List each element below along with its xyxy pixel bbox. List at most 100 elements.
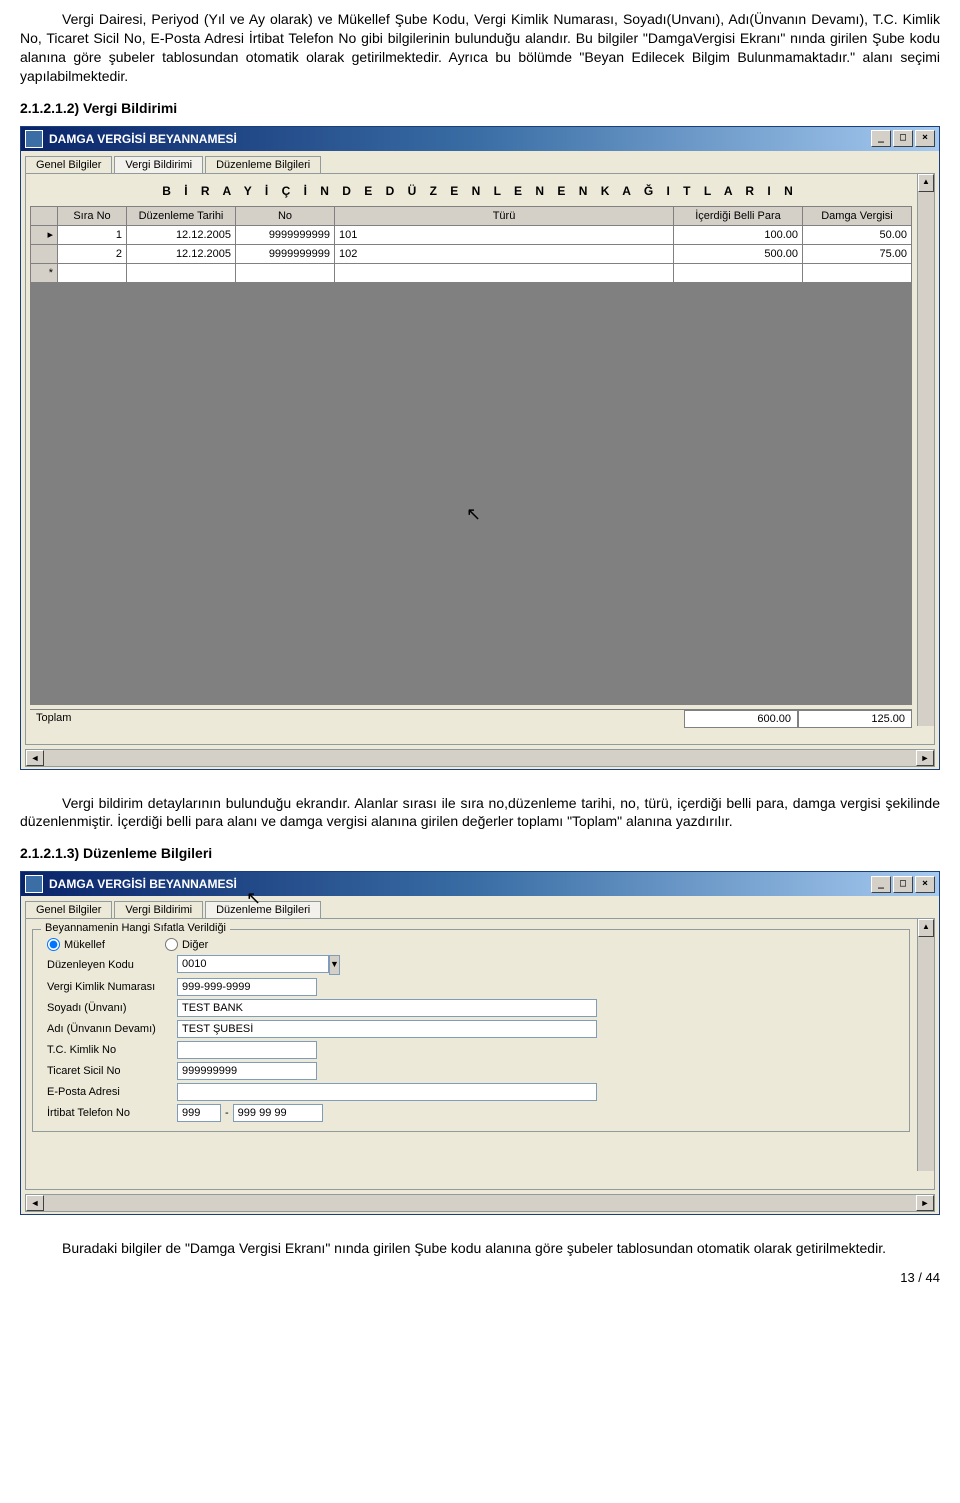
vertical-scrollbar[interactable]: ▲ [917, 919, 934, 1171]
total-para: 600.00 [684, 710, 798, 728]
maximize-button[interactable]: □ [893, 130, 913, 147]
cell[interactable]: 101 [335, 225, 674, 244]
tab-body: ▲ Beyannamenin Hangi Sıfatla Verildiği M… [25, 918, 935, 1190]
page-number: 13 / 44 [20, 1270, 940, 1285]
combo-duzenleyen-kodu[interactable]: ▼ [177, 955, 317, 975]
row-handle-new[interactable]: * [31, 263, 58, 282]
vkn-input[interactable] [177, 978, 317, 996]
dropdown-icon[interactable]: ▼ [329, 955, 340, 975]
table-row[interactable]: ▸ 1 12.12.2005 9999999999 101 100.00 50.… [31, 225, 912, 244]
telefon-alan-input[interactable] [177, 1104, 221, 1122]
telefon-no-input[interactable] [233, 1104, 323, 1122]
label-duzenleyen-kodu: Düzenleyen Kodu [47, 959, 177, 971]
cell[interactable]: 50.00 [803, 225, 912, 244]
tab-genel-bilgiler[interactable]: Genel Bilgiler [25, 156, 112, 174]
tabs: Genel Bilgiler Vergi Bildirimi Düzenleme… [21, 896, 939, 918]
paragraph-duzenleme: Buradaki bilgiler de "Damga Vergisi Ekra… [20, 1239, 940, 1258]
window-controls: _ □ × [871, 130, 935, 147]
radio-label: Diğer [182, 939, 208, 951]
row-handle-header [31, 206, 58, 225]
dash: - [225, 1107, 229, 1119]
scroll-left-icon[interactable]: ◄ [26, 750, 44, 766]
totals-row: Toplam 600.00 125.00 [30, 709, 912, 728]
minimize-button[interactable]: _ [871, 876, 891, 893]
totals-label: Toplam [30, 710, 684, 728]
horizontal-scrollbar[interactable]: ◄► [25, 1194, 935, 1212]
scroll-right-icon[interactable]: ► [916, 750, 934, 766]
group-beyanname-sifat: Beyannamenin Hangi Sıfatla Verildiği Mük… [32, 929, 910, 1132]
maximize-button[interactable]: □ [893, 876, 913, 893]
paragraph-vergi-bildirim: Vergi bildirim detaylarının bulunduğu ek… [20, 794, 940, 832]
heading-vergi-bildirimi: 2.1.2.1.2) Vergi Bildirimi [20, 100, 940, 116]
group-title: Beyannamenin Hangi Sıfatla Verildiği [41, 922, 230, 934]
adi-input[interactable] [177, 1020, 597, 1038]
tab-duzenleme-bilgileri[interactable]: Düzenleme Bilgileri [205, 156, 321, 174]
scroll-up-icon[interactable]: ▲ [918, 919, 934, 937]
col-turu: Türü [335, 206, 674, 225]
tab-genel-bilgiler[interactable]: Genel Bilgiler [25, 901, 112, 919]
tab-body: ▲ B İ R A Y İ Ç İ N D E D Ü Z E N L E N … [25, 173, 935, 745]
cell[interactable]: 12.12.2005 [127, 225, 236, 244]
label-eposta: E-Posta Adresi [47, 1086, 177, 1098]
vertical-scrollbar[interactable]: ▲ [917, 174, 934, 726]
label-telefon: İrtibat Telefon No [47, 1107, 177, 1119]
cell[interactable]: 9999999999 [236, 225, 335, 244]
col-icerdigi-para: İçerdiği Belli Para [674, 206, 803, 225]
heading-duzenleme-bilgileri: 2.1.2.1.3) Düzenleme Bilgileri [20, 845, 940, 861]
window-title: DAMGA VERGİSİ BEYANNAMESİ [49, 877, 871, 891]
radio-mukellef[interactable]: Mükellef [47, 938, 105, 951]
grid-title: B İ R A Y İ Ç İ N D E D Ü Z E N L E N E … [30, 180, 930, 206]
col-damga-vergisi: Damga Vergisi [803, 206, 912, 225]
tabs: Genel Bilgiler Vergi Bildirimi Düzenleme… [21, 151, 939, 173]
col-sira-no: Sıra No [58, 206, 127, 225]
cell[interactable]: 75.00 [803, 244, 912, 263]
minimize-button[interactable]: _ [871, 130, 891, 147]
cell[interactable]: 9999999999 [236, 244, 335, 263]
scroll-left-icon[interactable]: ◄ [26, 1195, 44, 1211]
title-bar: DAMGA VERGİSİ BEYANNAMESİ _ □ × [21, 872, 939, 896]
radio-mukellef-input[interactable] [47, 938, 60, 951]
tab-vergi-bildirimi[interactable]: Vergi Bildirimi [114, 156, 203, 174]
table-row[interactable]: 2 12.12.2005 9999999999 102 500.00 75.00 [31, 244, 912, 263]
close-button[interactable]: × [915, 130, 935, 147]
window-damga-duzenleme: DAMGA VERGİSİ BEYANNAMESİ _ □ × Genel Bi… [20, 871, 940, 1215]
label-tckimlik: T.C. Kimlik No [47, 1044, 177, 1056]
grid-table[interactable]: Sıra No Düzenleme Tarihi No Türü İçerdiğ… [30, 206, 912, 283]
radio-diger-input[interactable] [165, 938, 178, 951]
scroll-right-icon[interactable]: ► [916, 1195, 934, 1211]
cell[interactable]: 100.00 [674, 225, 803, 244]
label-soyadi: Soyadı (Ünvanı) [47, 1002, 177, 1014]
soyadi-input[interactable] [177, 999, 597, 1017]
app-icon [25, 130, 43, 148]
tab-vergi-bildirimi[interactable]: Vergi Bildirimi [114, 901, 203, 919]
title-bar: DAMGA VERGİSİ BEYANNAMESİ _ □ × [21, 127, 939, 151]
cell[interactable]: 2 [58, 244, 127, 263]
tckimlik-input[interactable] [177, 1041, 317, 1059]
cell[interactable]: 102 [335, 244, 674, 263]
table-row-new[interactable]: * [31, 263, 912, 282]
label-vkn: Vergi Kimlik Numarası [47, 981, 177, 993]
close-button[interactable]: × [915, 876, 935, 893]
cell[interactable]: 500.00 [674, 244, 803, 263]
ticaret-input[interactable] [177, 1062, 317, 1080]
col-duzenleme-tarihi: Düzenleme Tarihi [127, 206, 236, 225]
cell[interactable]: 1 [58, 225, 127, 244]
label-adi: Adı (Ünvanın Devamı) [47, 1023, 177, 1035]
window-damga-vergi-bildirimi: DAMGA VERGİSİ BEYANNAMESİ _ □ × Genel Bi… [20, 126, 940, 770]
radio-diger[interactable]: Diğer [165, 938, 208, 951]
cell[interactable]: 12.12.2005 [127, 244, 236, 263]
duzenleyen-kodu-input[interactable] [177, 955, 329, 973]
horizontal-scrollbar[interactable]: ◄► [25, 749, 935, 767]
app-icon [25, 875, 43, 893]
row-handle[interactable]: ▸ [31, 225, 58, 244]
total-vergi: 125.00 [798, 710, 912, 728]
tab-duzenleme-bilgileri[interactable]: Düzenleme Bilgileri [205, 901, 321, 919]
scroll-up-icon[interactable]: ▲ [918, 174, 934, 192]
grid-empty-area [30, 283, 912, 705]
label-ticaret: Ticaret Sicil No [47, 1065, 177, 1077]
window-title: DAMGA VERGİSİ BEYANNAMESİ [49, 132, 871, 146]
window-controls: _ □ × [871, 876, 935, 893]
row-handle[interactable] [31, 244, 58, 263]
eposta-input[interactable] [177, 1083, 597, 1101]
paragraph-intro: Vergi Dairesi, Periyod (Yıl ve Ay olarak… [20, 10, 940, 86]
